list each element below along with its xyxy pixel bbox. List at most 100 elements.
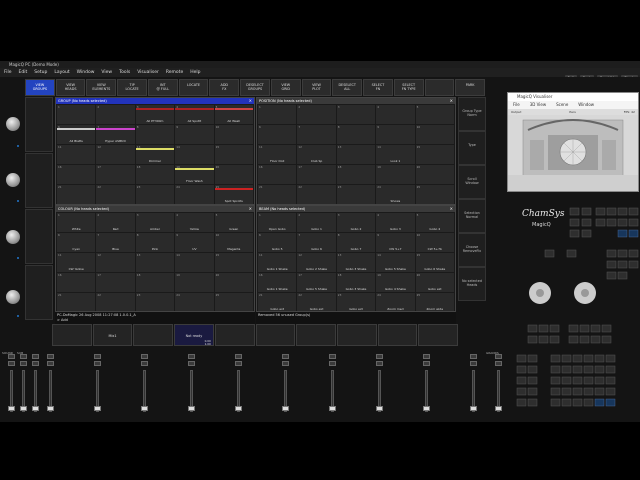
fader-button[interactable] <box>94 354 101 359</box>
fader-button[interactable] <box>141 361 148 366</box>
toolbar-softkey[interactable]: VIEW GROUPS <box>25 79 55 96</box>
grid-cell[interactable]: 9 CW 5+7 <box>376 233 415 252</box>
grid-cell[interactable]: 22 Gobo ext <box>297 293 336 311</box>
menu-item[interactable]: View <box>101 68 112 77</box>
grid-cell[interactable]: 16 Gobo 1 Shake <box>258 273 297 292</box>
fader-knob[interactable] <box>20 406 27 411</box>
fader-knob[interactable] <box>423 406 430 411</box>
fader-knob[interactable] <box>188 406 195 411</box>
soft-button-c[interactable] <box>25 209 53 264</box>
grid-cell[interactable]: 17 Gobo 5 Shake <box>297 273 336 292</box>
grid-cell[interactable]: 25 Spot Sprolts <box>214 185 253 204</box>
right-softkey[interactable]: Group Type Norm <box>458 97 486 131</box>
soft-button-d[interactable] <box>25 265 53 320</box>
toolbar-softkey[interactable]: SELECT FN <box>363 79 393 96</box>
grid-cell[interactable]: 5 Green <box>214 213 253 232</box>
playback-display[interactable] <box>377 324 418 346</box>
toolbar-softkey[interactable]: VIEW PLOT <box>301 79 332 96</box>
grid-cell[interactable]: 10 Magenta <box>214 233 253 252</box>
grid-cell[interactable]: 10 <box>415 125 454 144</box>
playback-display[interactable] <box>418 324 459 346</box>
grid-cell[interactable]: 7 Hyper ASBtrill <box>96 125 135 144</box>
grid-cell[interactable]: 20 <box>214 165 253 184</box>
fader-button[interactable] <box>282 361 289 366</box>
grid-cell[interactable]: 1 White <box>57 213 96 232</box>
menu-item[interactable]: Edit <box>19 68 28 77</box>
grid-cell[interactable]: 12 Gobo 2 Shake <box>297 253 336 272</box>
encoder-a-knob[interactable] <box>6 117 20 131</box>
grid-cell[interactable]: 5 All Wash <box>214 105 253 124</box>
fader-knob[interactable] <box>495 406 502 411</box>
grid-cell[interactable]: 17 <box>297 165 336 184</box>
toolbar-softkey[interactable]: LOCATE <box>178 79 209 96</box>
playback-display[interactable]: Not ready 0.00 1.00 <box>174 324 214 346</box>
grid-cell[interactable]: 15 <box>214 253 253 272</box>
fader-knob[interactable] <box>376 406 383 411</box>
grid-cell[interactable]: 14 Gobo 5 Shake <box>376 253 415 272</box>
soft-button-b[interactable] <box>25 153 53 208</box>
grid-cell[interactable]: 13 <box>336 145 376 164</box>
fader-knob[interactable] <box>47 406 54 411</box>
grid-cell[interactable]: 20 <box>214 273 253 292</box>
right-softkey[interactable]: Choose RemoveFix <box>458 233 486 267</box>
fader-button[interactable] <box>495 361 502 366</box>
close-icon[interactable]: × <box>450 98 453 104</box>
grid-cell[interactable]: 3 Gobo 2 <box>336 213 376 232</box>
grid-cell[interactable]: 23 <box>135 185 175 204</box>
fader-button[interactable] <box>423 354 430 359</box>
grid-cell[interactable]: 4 All Spotlt <box>175 105 214 124</box>
grid-cell[interactable]: 21 <box>57 293 96 311</box>
playback-display[interactable] <box>133 324 174 346</box>
grid-cell[interactable]: 6 Gobo 5 <box>258 233 297 252</box>
toolbar-softkey[interactable] <box>424 79 455 96</box>
close-icon[interactable]: × <box>249 98 252 104</box>
fader-button[interactable] <box>423 361 430 366</box>
grid-cell[interactable]: 3 Amber <box>135 213 175 232</box>
command-line[interactable]: > Add <box>57 318 253 323</box>
grid-cell[interactable]: 20 Gobo ext <box>415 273 454 292</box>
fader-button[interactable] <box>188 361 195 366</box>
grid-cell[interactable]: 1 <box>258 105 297 124</box>
grid-cell[interactable]: 11 Floor Doll <box>258 145 297 164</box>
right-softkey[interactable]: Scroll Window <box>458 165 486 199</box>
toolbar-softkey[interactable]: DESELECT GROUPS <box>240 79 270 96</box>
fader-button[interactable] <box>141 354 148 359</box>
grid-cell[interactable]: 2 <box>96 105 135 124</box>
grid-cell[interactable]: 10 <box>214 125 253 144</box>
grid-cell[interactable]: 23 <box>336 185 376 204</box>
grid-cell[interactable]: 9 UV <box>175 233 214 252</box>
fader-button[interactable] <box>32 361 39 366</box>
visualiser-menu-item[interactable]: Window <box>578 101 594 109</box>
grid-cell[interactable]: 13 <box>135 253 175 272</box>
grid-cell[interactable]: 8 <box>135 125 175 144</box>
visualiser-menu-item[interactable]: File <box>513 101 520 109</box>
grid-cell[interactable]: 8 Pink <box>135 233 175 252</box>
fader-button[interactable] <box>376 354 383 359</box>
grid-cell[interactable]: 10 CW 5+7b <box>415 233 454 252</box>
grid-cell[interactable]: 21 <box>258 185 297 204</box>
grid-cell[interactable]: 16 <box>57 273 96 292</box>
menu-item[interactable]: Layout <box>54 68 69 77</box>
toolbar-softkey[interactable]: INT @ FULL <box>147 79 178 96</box>
menu-item[interactable]: Tools <box>119 68 130 77</box>
menu-item[interactable]: Remote <box>166 68 183 77</box>
grid-cell[interactable]: 21 <box>57 185 96 204</box>
toolbar-softkey[interactable]: VIEW GRID <box>270 79 301 96</box>
fader-knob[interactable] <box>32 406 39 411</box>
fader-button[interactable] <box>282 354 289 359</box>
grid-cell[interactable]: 12 <box>96 253 135 272</box>
playback-display[interactable] <box>214 324 255 346</box>
fader-button[interactable] <box>329 354 336 359</box>
fader-button[interactable] <box>235 354 242 359</box>
grid-cell[interactable]: 23 Gobo ext <box>336 293 376 311</box>
soft-button-a[interactable] <box>25 97 53 152</box>
grid-cell[interactable]: 8 <box>336 125 376 144</box>
menu-item[interactable]: File <box>4 68 12 77</box>
fader-knob[interactable] <box>8 406 15 411</box>
menu-item[interactable]: Visualiser <box>137 68 159 77</box>
fader-knob[interactable] <box>94 406 101 411</box>
grid-cell[interactable]: 18 Gobo 3 Shake <box>336 273 376 292</box>
grid-cell[interactable]: 6 Cyan <box>57 233 96 252</box>
toolbar-softkey[interactable]: PARK <box>455 79 486 96</box>
playback-display[interactable] <box>336 324 377 346</box>
